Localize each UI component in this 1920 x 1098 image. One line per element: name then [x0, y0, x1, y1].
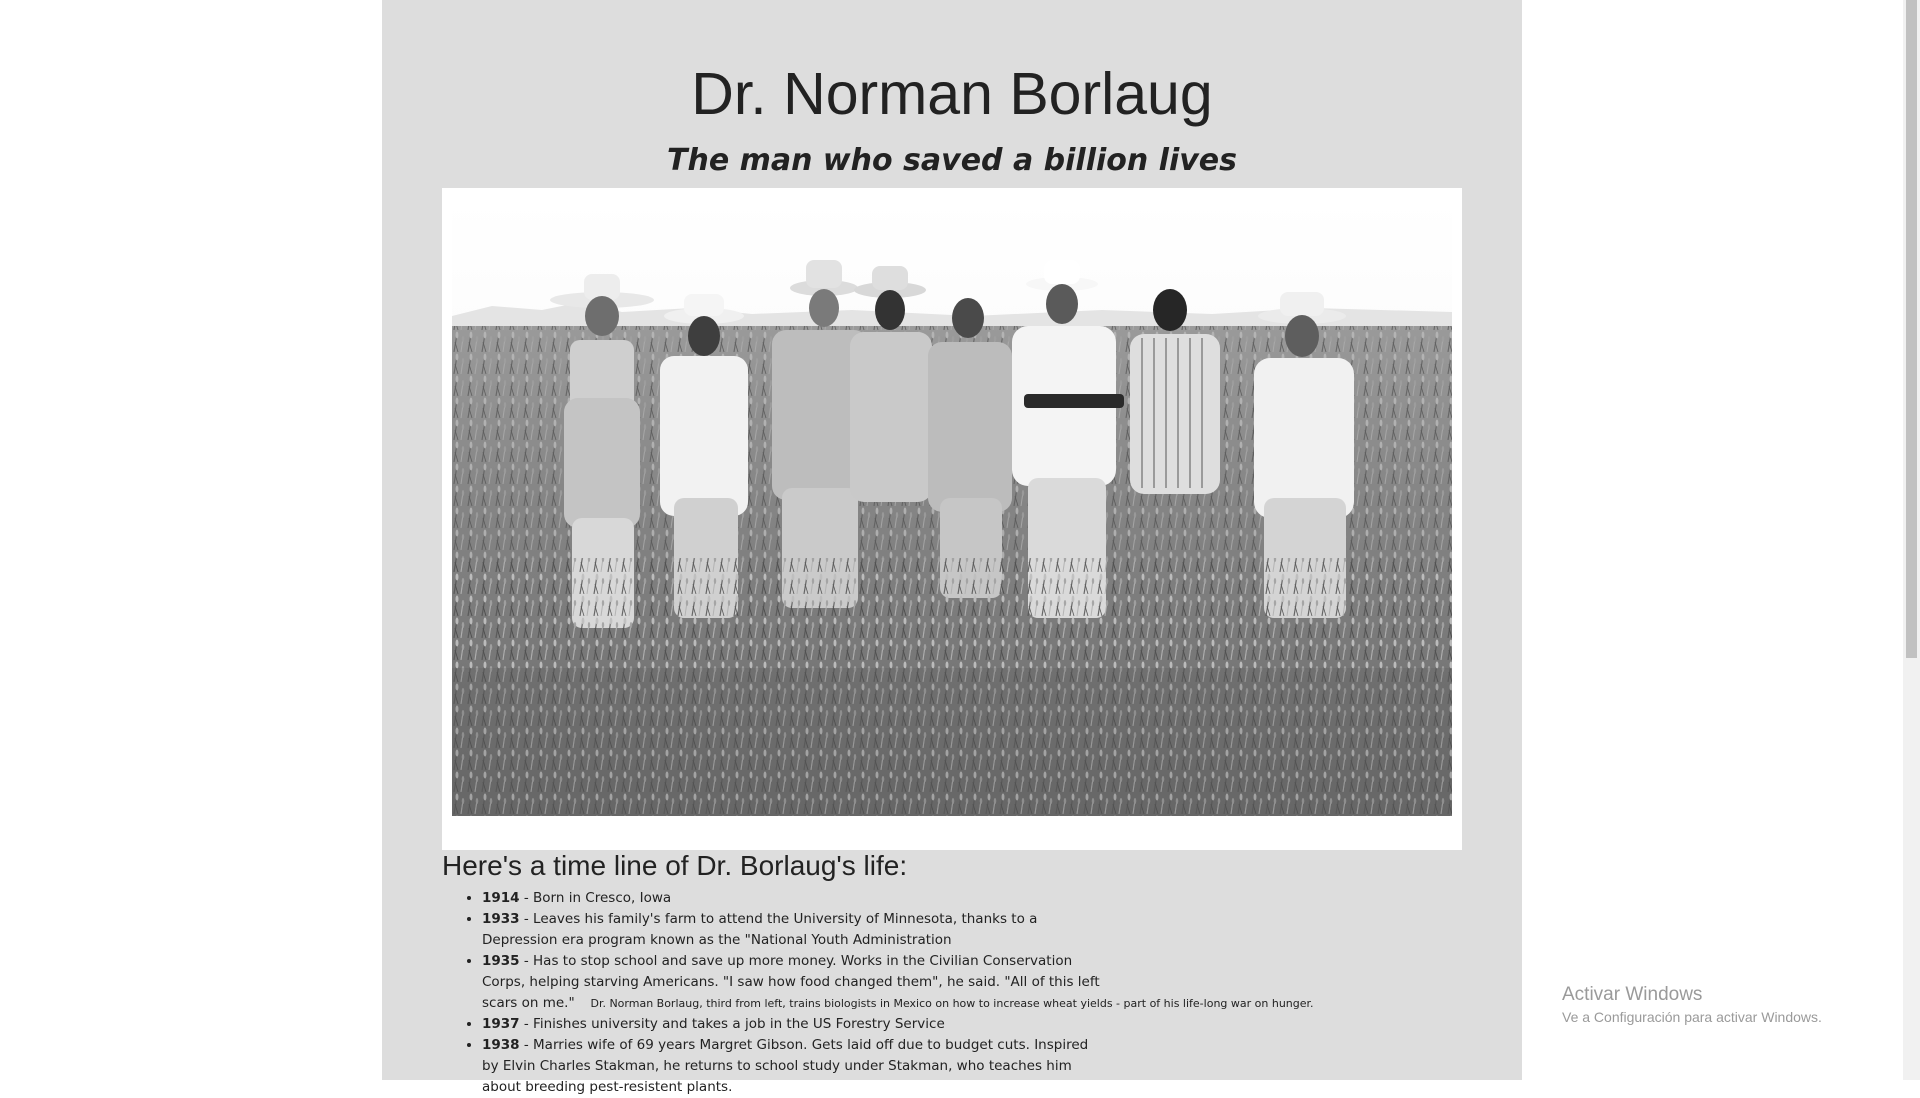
vertical-scrollbar[interactable] — [1903, 0, 1920, 1080]
windows-activation-watermark: Activar Windows Ve a Configuración para … — [1562, 983, 1822, 1027]
timeline-text: - Marries wife of 69 years Margret Gibso… — [482, 1037, 1089, 1095]
timeline-heading: Here's a time line of Dr. Borlaug's life… — [442, 850, 908, 881]
watermark-subtitle: Ve a Configuración para activar Windows. — [1562, 1009, 1822, 1025]
watermark-title: Activar Windows — [1562, 984, 1703, 1005]
timeline-year: 1935 — [482, 953, 520, 969]
image-figure: Dr. Norman Borlaug, third from left, tra… — [442, 188, 1462, 1010]
timeline-year: 1937 — [482, 1016, 520, 1032]
timeline-item: 1938 - Marries wife of 69 years Margret … — [482, 1035, 1102, 1098]
timeline-text: - Finishes university and takes a job in… — [519, 1016, 945, 1032]
timeline-year: 1914 — [482, 890, 520, 906]
borlaug-photo — [452, 198, 1452, 816]
main-content: Dr. Norman Borlaug The man who saved a b… — [382, 0, 1522, 1095]
page-title: Dr. Norman Borlaug — [691, 61, 1213, 127]
timeline-section: Here's a time line of Dr. Borlaug's life… — [442, 846, 1102, 1098]
timeline-item: 1935 - Has to stop school and save up mo… — [482, 951, 1102, 1014]
timeline-year: 1933 — [482, 911, 520, 927]
timeline-text: - Born in Cresco, Iowa — [519, 890, 672, 906]
timeline-item: 1933 - Leaves his family's farm to atten… — [482, 909, 1102, 951]
timeline-text: - Leaves his family's farm to attend the… — [482, 911, 1038, 948]
timeline-item: 1937 - Finishes university and takes a j… — [482, 1014, 1102, 1035]
page-subtitle: The man who saved a billion lives — [667, 143, 1237, 178]
timeline-list: 1914 - Born in Cresco, Iowa 1933 - Leave… — [442, 888, 1102, 1098]
scrollbar-thumb[interactable] — [1906, 0, 1917, 658]
timeline-text: - Has to stop school and save up more mo… — [482, 953, 1100, 1011]
timeline-year: 1938 — [482, 1037, 520, 1053]
timeline-item: 1914 - Born in Cresco, Iowa — [482, 888, 1102, 909]
